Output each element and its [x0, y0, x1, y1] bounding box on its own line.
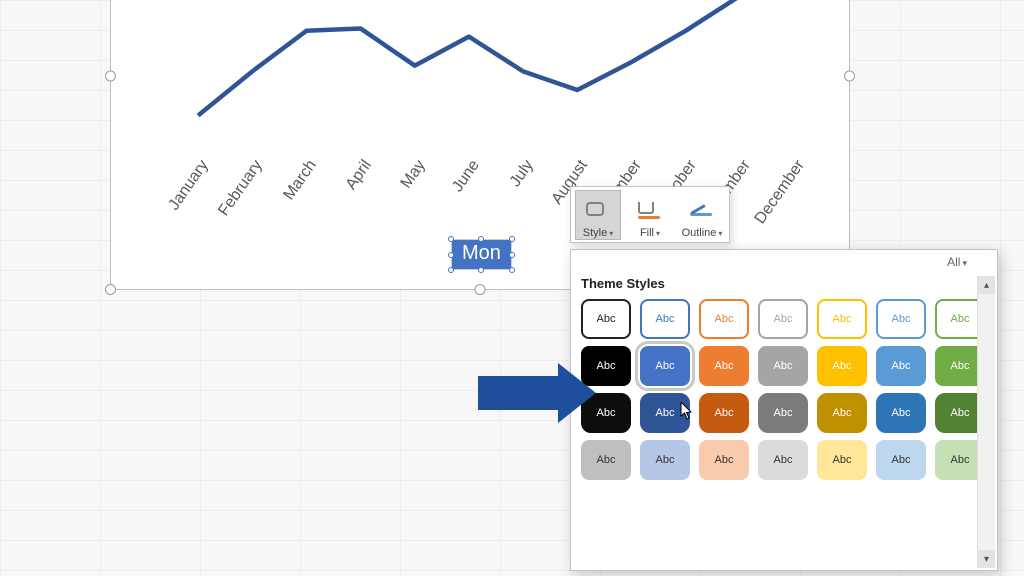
chart-title[interactable]: Mon	[451, 239, 512, 270]
button-label: Outline	[682, 227, 717, 239]
shape-outline-button[interactable]: Outline▾	[679, 190, 725, 240]
theme-style-swatch[interactable]: Abc	[817, 440, 867, 480]
scroll-up-button[interactable]: ▴	[978, 276, 995, 294]
theme-style-swatch[interactable]: Abc	[758, 299, 808, 339]
theme-styles-flyout: All▾ Theme Styles AbcAbcAbcAbcAbcAbcAbcA…	[570, 249, 998, 571]
callout-arrow	[478, 376, 596, 423]
flyout-heading: Theme Styles	[571, 274, 997, 299]
resize-handle[interactable]	[475, 284, 486, 295]
theme-style-swatch[interactable]: Abc	[699, 299, 749, 339]
theme-style-swatch[interactable]: Abc	[581, 440, 631, 480]
theme-style-swatch[interactable]: Abc	[640, 393, 690, 433]
theme-style-swatch[interactable]: Abc	[876, 346, 926, 386]
theme-style-swatch[interactable]: Abc	[876, 299, 926, 339]
all-styles-dropdown[interactable]: All▾	[947, 255, 967, 269]
theme-style-swatch[interactable]: Abc	[876, 393, 926, 433]
chart-title-text: Mon	[462, 242, 501, 264]
theme-style-swatch[interactable]: Abc	[876, 440, 926, 480]
scrollbar[interactable]: ▴ ▾	[977, 276, 995, 568]
scroll-down-button[interactable]: ▾	[978, 550, 995, 568]
theme-style-swatch[interactable]: Abc	[699, 440, 749, 480]
resize-handle[interactable]	[844, 71, 855, 82]
theme-style-swatch[interactable]: Abc	[640, 440, 690, 480]
theme-style-swatch[interactable]: Abc	[817, 346, 867, 386]
shape-style-button[interactable]: Style▾	[575, 190, 621, 240]
theme-style-grid: AbcAbcAbcAbcAbcAbcAbcAbcAbcAbcAbcAbcAbcA…	[571, 299, 997, 480]
resize-handle[interactable]	[105, 71, 116, 82]
theme-style-swatch[interactable]: Abc	[640, 346, 690, 386]
theme-style-swatch[interactable]: Abc	[758, 346, 808, 386]
button-label: Fill	[640, 227, 654, 239]
theme-style-swatch[interactable]: Abc	[817, 393, 867, 433]
chart-object[interactable]: Sales 050100150200250 JanuaryFebruaryMar…	[110, 0, 850, 290]
theme-style-swatch[interactable]: Abc	[699, 393, 749, 433]
theme-style-swatch[interactable]: Abc	[758, 440, 808, 480]
dropdown-label: All	[947, 255, 960, 269]
shape-mini-toolbar: Style▾ Fill▾ Outline▾	[570, 186, 730, 243]
theme-style-swatch[interactable]: Abc	[758, 393, 808, 433]
button-label: Style	[583, 227, 607, 239]
theme-style-swatch[interactable]: Abc	[581, 299, 631, 339]
resize-handle[interactable]	[105, 284, 116, 295]
shape-fill-button[interactable]: Fill▾	[627, 190, 673, 240]
theme-style-swatch[interactable]: Abc	[640, 299, 690, 339]
line-series	[171, 0, 821, 141]
theme-style-swatch[interactable]: Abc	[699, 346, 749, 386]
theme-style-swatch[interactable]: Abc	[817, 299, 867, 339]
